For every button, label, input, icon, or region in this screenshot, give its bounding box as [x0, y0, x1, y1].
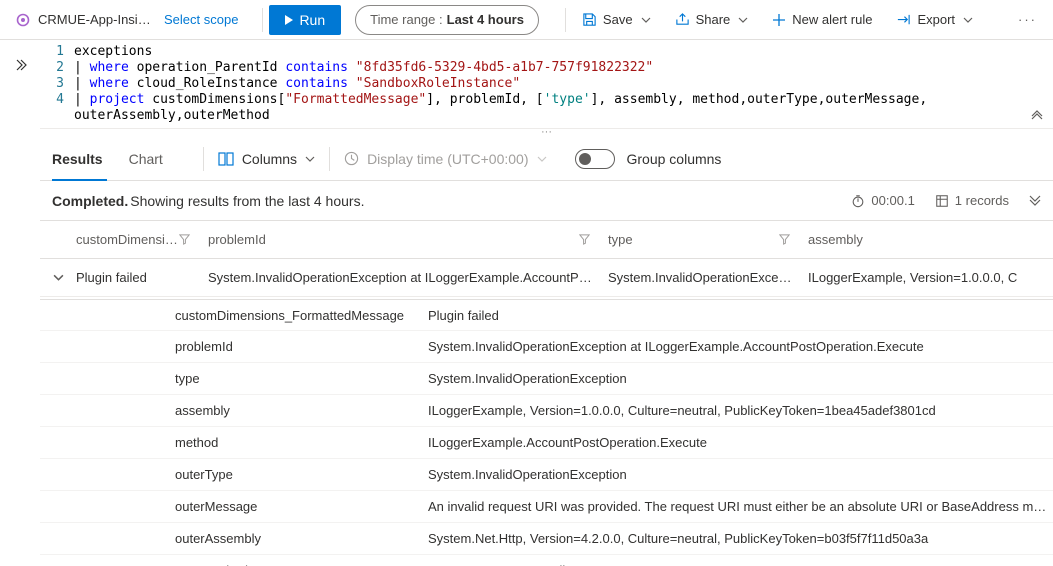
time-range-label: Time range : — [370, 6, 443, 34]
status-msg: Showing results from the last 4 hours. — [130, 193, 364, 209]
col-header-problemid[interactable]: problemId — [208, 232, 608, 247]
play-icon — [285, 15, 293, 25]
export-label: Export — [917, 12, 955, 27]
toolbar-divider — [565, 8, 566, 32]
detail-row: customDimensions_FormattedMessagePlugin … — [40, 299, 1053, 331]
col-header-type[interactable]: type — [608, 232, 808, 247]
more-menu[interactable]: ··· — [1010, 12, 1045, 27]
detail-value: An invalid request URI was provided. The… — [428, 499, 1053, 514]
expand-rail-icon[interactable] — [13, 58, 27, 72]
table-row[interactable]: Plugin failed System.InvalidOperationExc… — [40, 259, 1053, 297]
detail-row: assemblyILoggerExample, Version=1.0.0.0,… — [40, 395, 1053, 427]
expand-results-icon[interactable] — [1029, 195, 1041, 207]
detail-row: outerTypeSystem.InvalidOperationExceptio… — [40, 459, 1053, 491]
query-duration: 00:00.1 — [851, 193, 914, 208]
detail-key: problemId — [175, 339, 428, 354]
cell-customdimensions: Plugin failed — [76, 270, 208, 285]
results-divider — [203, 147, 204, 171]
filter-icon[interactable] — [179, 234, 190, 245]
chevron-down-icon — [738, 15, 748, 25]
detail-value: System.InvalidOperationException — [428, 371, 1053, 386]
export-icon — [896, 12, 911, 27]
toolbar-divider — [262, 8, 263, 32]
record-count: 1 records — [935, 193, 1009, 208]
save-button[interactable]: Save — [572, 0, 661, 40]
new-alert-button[interactable]: New alert rule — [762, 0, 882, 40]
row-expand-toggle[interactable] — [40, 272, 76, 283]
chevron-down-icon — [537, 154, 547, 164]
detail-value: System.Net.Http, Version=4.2.0.0, Cultur… — [428, 531, 1053, 546]
group-columns-label: Group columns — [627, 151, 722, 167]
detail-value: Plugin failed — [428, 308, 1053, 323]
run-button[interactable]: Run — [269, 5, 341, 35]
detail-value: ILoggerExample.AccountPostOperation.Exec… — [428, 435, 1053, 450]
col-header-assembly[interactable]: assembly — [808, 232, 1053, 247]
chevron-down-icon — [641, 15, 651, 25]
share-label: Share — [696, 12, 731, 27]
query-editor[interactable]: 1 2 3 4 exceptions | where operation_Par… — [40, 40, 1053, 129]
row-details: customDimensions_FormattedMessagePlugin … — [40, 299, 1053, 566]
collapse-editor-icon[interactable] — [1031, 108, 1043, 120]
resize-handle[interactable]: ··· — [40, 129, 1053, 137]
detail-key: customDimensions_FormattedMessage — [175, 308, 428, 323]
time-range-picker[interactable]: Time range : Last 4 hours — [355, 5, 539, 35]
time-range-value: Last 4 hours — [447, 6, 524, 34]
detail-row: outerAssemblySystem.Net.Http, Version=4.… — [40, 523, 1053, 555]
run-label: Run — [299, 12, 325, 28]
scope-indicator[interactable]: CRMUE-App-Insig… — [16, 12, 156, 27]
top-toolbar: CRMUE-App-Insig… Select scope Run Time r… — [0, 0, 1053, 40]
detail-row: typeSystem.InvalidOperationException — [40, 363, 1053, 395]
results-grid[interactable]: customDimensi… problemId type assembly — [40, 221, 1053, 566]
detail-row: outerMethodSystem.Net.Http.HttpClient.Pr… — [40, 555, 1053, 566]
group-columns-toggle[interactable] — [575, 149, 615, 169]
tab-results[interactable]: Results — [52, 137, 107, 181]
new-alert-label: New alert rule — [792, 12, 872, 27]
filter-icon[interactable] — [779, 234, 790, 245]
clock-icon — [344, 151, 359, 166]
plus-icon — [772, 13, 786, 27]
detail-key: assembly — [175, 403, 428, 418]
records-icon — [935, 194, 949, 208]
col-header-customdimensions[interactable]: customDimensi… — [76, 232, 208, 247]
detail-value: ILoggerExample, Version=1.0.0.0, Culture… — [428, 403, 1053, 418]
detail-key: method — [175, 435, 428, 450]
line-gutter: 1 2 3 4 — [40, 44, 74, 124]
save-icon — [582, 12, 597, 27]
detail-row: methodILoggerExample.AccountPostOperatio… — [40, 427, 1053, 459]
columns-button[interactable]: Columns — [218, 151, 315, 167]
detail-key: outerMessage — [175, 499, 428, 514]
display-time-button: Display time (UTC+00:00) — [344, 151, 546, 167]
select-scope-link[interactable]: Select scope — [164, 12, 238, 27]
chevron-down-icon — [963, 15, 973, 25]
left-rail — [0, 40, 40, 566]
columns-icon — [218, 152, 234, 166]
scope-name: CRMUE-App-Insig… — [38, 12, 156, 27]
status-done: Completed. — [52, 193, 128, 209]
detail-row: problemIdSystem.InvalidOperationExceptio… — [40, 331, 1053, 363]
status-line: Completed. Showing results from the last… — [40, 181, 1053, 221]
tab-chart[interactable]: Chart — [129, 137, 167, 181]
grid-header-row: customDimensi… problemId type assembly — [40, 221, 1053, 259]
cell-problemid: System.InvalidOperationException at ILog… — [208, 270, 608, 285]
share-icon — [675, 12, 690, 27]
detail-row: outerMessageAn invalid request URI was p… — [40, 491, 1053, 523]
save-label: Save — [603, 12, 633, 27]
cell-assembly: ILoggerExample, Version=1.0.0.0, C — [808, 270, 1053, 285]
query-code[interactable]: exceptions | where operation_ParentId co… — [74, 44, 1053, 124]
cell-type: System.InvalidOperationExce… — [608, 270, 808, 285]
detail-value: System.InvalidOperationException — [428, 467, 1053, 482]
detail-key: outerType — [175, 467, 428, 482]
chevron-down-icon — [305, 154, 315, 164]
scope-icon — [16, 13, 30, 27]
results-bar: Results Chart Columns Display time (UTC+… — [40, 137, 1053, 181]
share-button[interactable]: Share — [665, 0, 759, 40]
detail-key: type — [175, 371, 428, 386]
export-button[interactable]: Export — [886, 0, 983, 40]
results-divider — [329, 147, 330, 171]
filter-icon[interactable] — [579, 234, 590, 245]
detail-key: outerAssembly — [175, 531, 428, 546]
stopwatch-icon — [851, 194, 865, 208]
detail-value: System.InvalidOperationException at ILog… — [428, 339, 1053, 354]
